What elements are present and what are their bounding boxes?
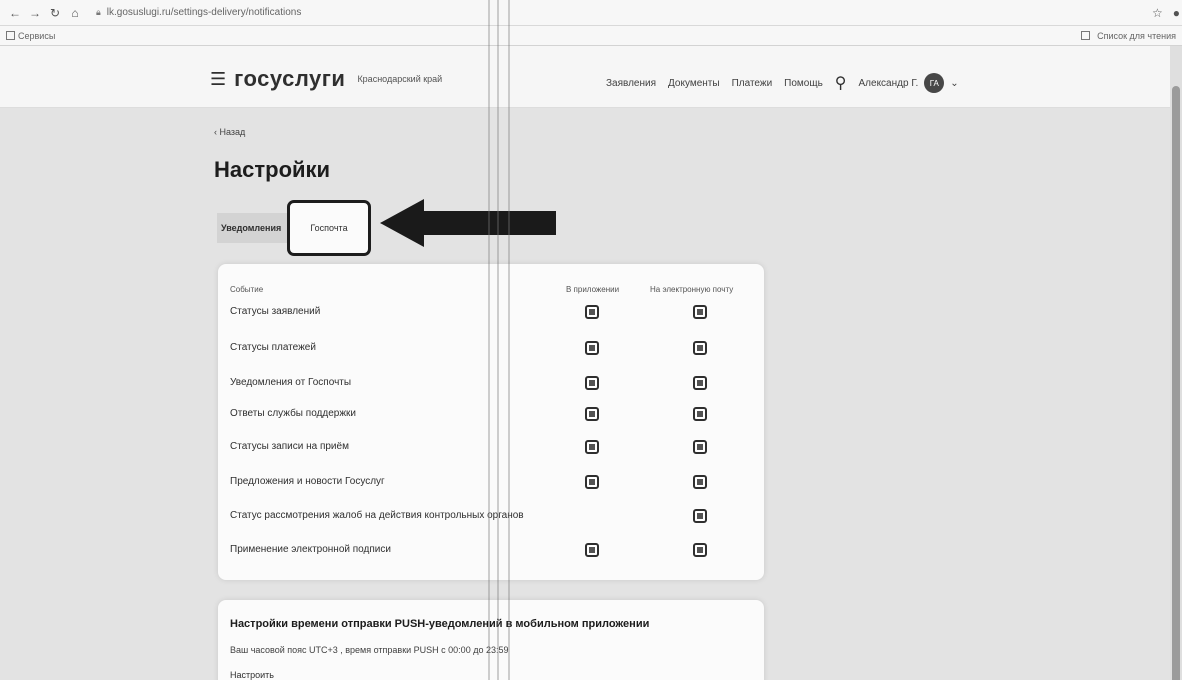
forward-arrow-icon[interactable]: → — [26, 6, 44, 20]
app-checkbox[interactable] — [585, 543, 599, 557]
nav-help[interactable]: Помощь — [784, 78, 823, 89]
nav-payments[interactable]: Платежи — [732, 78, 773, 89]
app-checkbox[interactable] — [585, 407, 599, 421]
column-header-event: Событие — [230, 285, 264, 294]
email-checkbox[interactable] — [693, 440, 707, 454]
user-name: Александр Г. — [858, 77, 919, 89]
tab-gospochta[interactable]: Госпочта — [287, 200, 371, 256]
app-checkbox[interactable] — [585, 440, 599, 454]
configure-link[interactable]: Настроить — [230, 670, 274, 680]
table-row-label: Статусы платежей — [230, 342, 316, 353]
table-row-label: Ответы службы поддержки — [230, 408, 356, 419]
avatar: ГА — [924, 73, 945, 93]
bookmarks-bar: Сервисы Список для чтения — [0, 26, 1182, 46]
email-checkbox[interactable] — [693, 475, 707, 489]
push-settings-text: Ваш часовой пояс UTC+3 , время отправки … — [230, 645, 509, 655]
nav-applications[interactable]: Заявления — [606, 78, 656, 89]
table-row-label: Статус рассмотрения жалоб на действия ко… — [230, 510, 524, 521]
back-link[interactable]: ‹ Назад — [214, 127, 245, 137]
table-row-label: Статусы заявлений — [230, 306, 321, 317]
back-arrow-icon[interactable]: ← — [6, 6, 24, 20]
reading-list-icon — [1081, 31, 1091, 40]
user-menu[interactable]: Александр Г. ГА ⌄ — [859, 73, 959, 93]
browser-toolbar: ← → ↻ ⌂ 🔒︎ lk.gosuslugi.ru/settings-deli… — [0, 0, 1182, 26]
table-row-label: Предложения и новости Госуслуг — [230, 476, 385, 487]
chevron-down-icon: ⌄ — [950, 77, 959, 89]
push-settings-card: Настройки времени отправки PUSH-уведомле… — [218, 600, 764, 680]
email-checkbox[interactable] — [693, 376, 707, 390]
column-header-app: В приложении — [566, 285, 620, 294]
reload-icon[interactable]: ↻ — [46, 6, 64, 20]
url-text: lk.gosuslugi.ru/settings-delivery/notifi… — [106, 7, 302, 18]
profile-icon[interactable]: ● — [1173, 6, 1180, 20]
star-icon[interactable]: ☆ — [1152, 6, 1163, 20]
app-checkbox[interactable] — [585, 376, 599, 390]
nav-documents[interactable]: Документы — [668, 78, 720, 89]
top-nav: Заявления Документы Платежи Помощь ⚲ Але… — [606, 73, 959, 93]
email-checkbox[interactable] — [693, 305, 707, 319]
search-icon[interactable]: ⚲ — [835, 73, 847, 93]
page-scrollbar[interactable] — [1170, 46, 1182, 680]
scan-artifact-line — [497, 0, 499, 680]
reading-list-link[interactable]: Список для чтения — [1097, 31, 1176, 41]
notifications-table-card: Событие В приложении На электронную почт… — [218, 264, 764, 580]
push-settings-title: Настройки времени отправки PUSH-уведомле… — [230, 618, 650, 630]
table-row-label: Статусы записи на приём — [230, 441, 349, 452]
email-checkbox[interactable] — [693, 543, 707, 557]
region-selector[interactable]: Краснодарский край — [357, 74, 442, 84]
apps-grid-icon[interactable] — [6, 31, 15, 40]
column-header-email: На электронную почту — [650, 285, 734, 294]
app-checkbox[interactable] — [585, 305, 599, 319]
burger-menu-icon[interactable]: ☰ — [210, 70, 226, 88]
email-checkbox[interactable] — [693, 509, 707, 523]
lock-icon: 🔒︎ — [96, 7, 101, 17]
tab-notifications[interactable]: Уведомления — [217, 213, 287, 243]
settings-tabs: Уведомления Госпочта — [217, 200, 371, 256]
page-title: Настройки — [214, 157, 331, 182]
email-checkbox[interactable] — [693, 407, 707, 421]
app-checkbox[interactable] — [585, 341, 599, 355]
site-header: ☰ госуслуги Краснодарский край Заявления… — [0, 46, 1170, 108]
home-icon[interactable]: ⌂ — [66, 6, 84, 20]
logo[interactable]: госуслуги — [234, 66, 345, 92]
table-row-label: Применение электронной подписи — [230, 544, 391, 555]
annotation-arrow-icon — [380, 199, 556, 247]
address-bar[interactable]: 🔒︎ lk.gosuslugi.ru/settings-delivery/not… — [92, 3, 1152, 23]
app-checkbox[interactable] — [585, 475, 599, 489]
table-row-label: Уведомления от Госпочты — [230, 377, 352, 388]
scan-artifact-line — [508, 0, 510, 680]
scan-artifact-line — [488, 0, 490, 680]
bookmark-services[interactable]: Сервисы — [18, 31, 55, 41]
email-checkbox[interactable] — [693, 341, 707, 355]
scrollbar-thumb[interactable] — [1172, 86, 1180, 680]
